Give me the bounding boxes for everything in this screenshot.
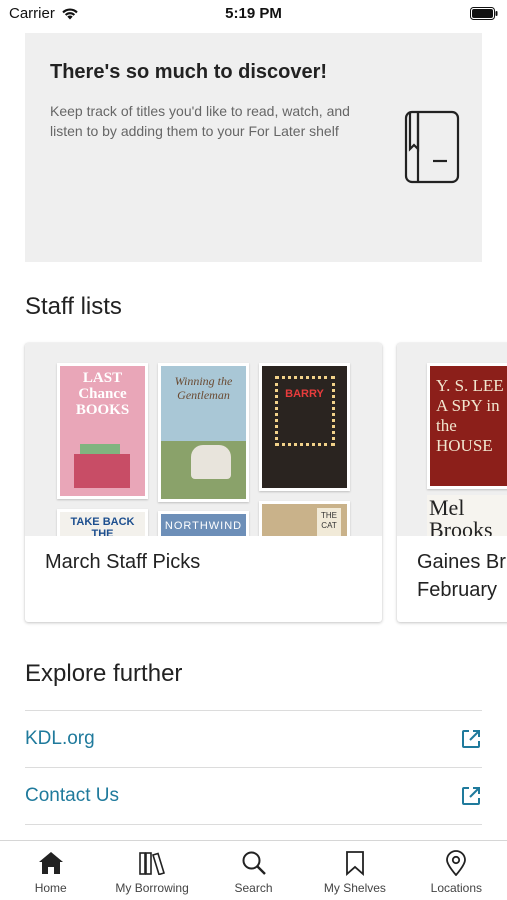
card-title-line-1: Gaines Br [417, 551, 506, 573]
cover-text: TAKE BACK THE [70, 516, 135, 536]
book-cover: Winning the Gentleman [158, 363, 249, 502]
tab-my-borrowing[interactable]: My Borrowing [101, 841, 202, 900]
cover-text: BARRY [285, 388, 324, 400]
card-title: March Staff Picks [45, 551, 201, 573]
books-icon [138, 849, 166, 877]
book-cover: THE CAT [259, 501, 350, 536]
cover-collage: LAST Chance BOOKS Winning the Gentleman … [25, 343, 382, 536]
discover-card: There's so much to discover! Keep track … [25, 33, 482, 262]
link-label: Contact Us [25, 785, 119, 806]
tab-label: Home [34, 881, 67, 895]
card-title: Gaines Br February [417, 548, 506, 604]
tab-label: My Shelves [323, 881, 386, 895]
staff-list-card[interactable]: Y. S. LEE A SPY in the HOUSE Mel Brooks … [397, 343, 507, 622]
status-time: 5:19 PM [225, 5, 282, 22]
explore-heading: Explore further [25, 660, 183, 687]
tab-home[interactable]: Home [0, 841, 101, 900]
discover-title: There's so much to discover! [50, 61, 328, 83]
status-bar: Carrier 5:19 PM [0, 0, 507, 30]
cover-text: Mel Brooks [429, 495, 493, 537]
staff-list-card[interactable]: LAST Chance BOOKS Winning the Gentleman … [25, 343, 382, 622]
kdl-org-link[interactable]: KDL.org [25, 711, 482, 767]
tab-my-shelves[interactable]: My Shelves [304, 841, 405, 900]
book-cover: TAKE BACK THE [57, 509, 148, 536]
tab-locations[interactable]: Locations [406, 841, 507, 900]
tab-search[interactable]: Search [203, 841, 304, 900]
staff-lists-heading: Staff lists [25, 293, 122, 320]
location-pin-icon [442, 849, 470, 877]
contact-us-link[interactable]: Contact Us [25, 768, 482, 824]
book-cover: BARRY [259, 363, 350, 491]
cover-text: THE CAT [317, 508, 341, 536]
link-label: KDL.org [25, 728, 95, 749]
cover-collage: Y. S. LEE A SPY in the HOUSE Mel Brooks [397, 343, 507, 536]
cover-text: LAST Chance BOOKS [75, 370, 130, 418]
book-cover: LAST Chance BOOKS [57, 363, 148, 499]
card-title-line-2: February [417, 579, 498, 601]
home-icon [37, 849, 65, 877]
tab-label: Locations [430, 881, 483, 895]
divider [25, 824, 482, 825]
book-bookmark-icon [404, 110, 460, 184]
discover-body: Keep track of titles you'd like to read,… [50, 103, 350, 139]
book-cover: NORTHWIND [158, 511, 249, 536]
battery-icon [470, 7, 498, 20]
tab-label: Search [234, 881, 273, 895]
cover-text: NORTHWIND [164, 520, 243, 532]
book-cover: Mel Brooks [427, 495, 507, 536]
book-cover: Y. S. LEE A SPY in the HOUSE [427, 363, 507, 489]
cover-text: Y. S. LEE A SPY in the HOUSE [436, 376, 504, 455]
external-link-icon [462, 730, 480, 748]
search-icon [240, 849, 268, 877]
tab-bar: Home My Borrowing Search My Shelves Loca… [0, 840, 507, 900]
cover-text: Winning the Gentleman [174, 374, 233, 402]
tab-label: My Borrowing [115, 881, 189, 895]
external-link-icon [462, 787, 480, 805]
bookmark-icon [341, 849, 369, 877]
